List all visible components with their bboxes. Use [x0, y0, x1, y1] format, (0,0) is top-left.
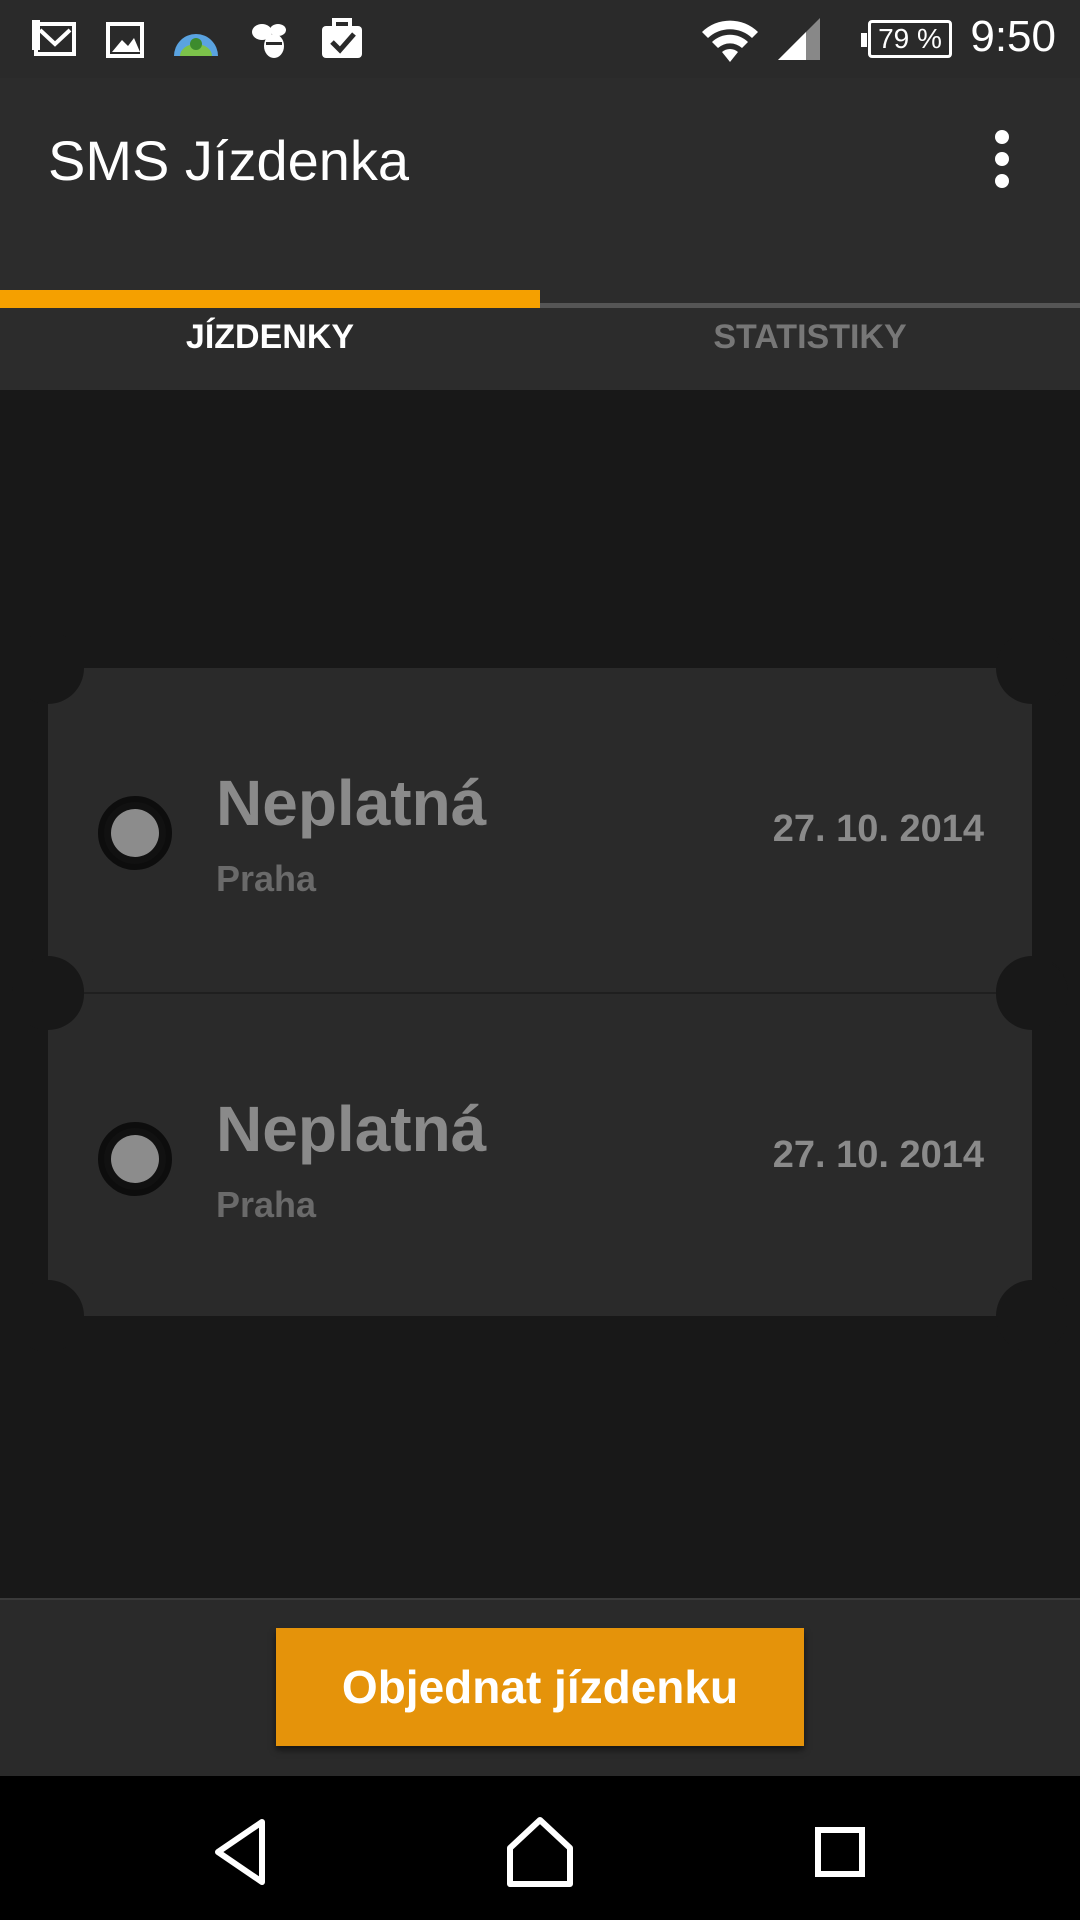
ticket-card[interactable]: Neplatná Praha 27. 10. 2014 — [12, 632, 1068, 1028]
app-title: SMS Jízdenka — [48, 129, 410, 192]
battery-level: 79 % — [878, 23, 942, 54]
wifi-icon — [702, 20, 758, 62]
clock: 9:50 — [970, 12, 1056, 61]
swarm-icon — [252, 24, 286, 58]
gallery-icon — [106, 22, 144, 58]
gmail-icon — [32, 20, 76, 56]
ticket-card[interactable]: Neplatná Praha 27. 10. 2014 — [12, 958, 1068, 1352]
tab-underline — [540, 303, 1080, 308]
ticket-city: Praha — [216, 1184, 317, 1225]
ticket-radio[interactable] — [98, 796, 172, 870]
ticket-radio[interactable] — [98, 1122, 172, 1196]
ticket-list: Neplatná Praha 27. 10. 2014 Neplatná Pra… — [0, 390, 1080, 1598]
tab-statistiky[interactable]: STATISTIKY — [540, 278, 1080, 390]
overflow-menu-icon[interactable] — [976, 124, 1028, 194]
ticket-date: 27. 10. 2014 — [772, 808, 984, 850]
task-icon — [322, 18, 362, 58]
back-icon[interactable] — [200, 1812, 280, 1892]
ticket-date: 27. 10. 2014 — [772, 1134, 984, 1176]
ticket-status: Neplatná — [216, 1093, 487, 1165]
recents-icon[interactable] — [800, 1812, 880, 1892]
battery-indicator: 79 % — [861, 20, 952, 58]
status-bar: 79 % 9:50 — [0, 0, 1080, 78]
active-tab-indicator — [0, 290, 540, 308]
home-icon[interactable] — [500, 1812, 580, 1892]
navigation-bar — [0, 1776, 1080, 1920]
ticket-status: Neplatná — [216, 767, 487, 839]
android-weather-icon — [174, 34, 218, 56]
bottom-action-bar: Objednat jízdenku — [0, 1598, 1080, 1776]
app-bar: SMS Jízdenka JÍZDENKY STATISTIKY — [0, 78, 1080, 390]
signal-icon — [778, 18, 820, 60]
ticket-city: Praha — [216, 858, 317, 899]
order-ticket-button[interactable]: Objednat jízdenku — [276, 1628, 804, 1746]
